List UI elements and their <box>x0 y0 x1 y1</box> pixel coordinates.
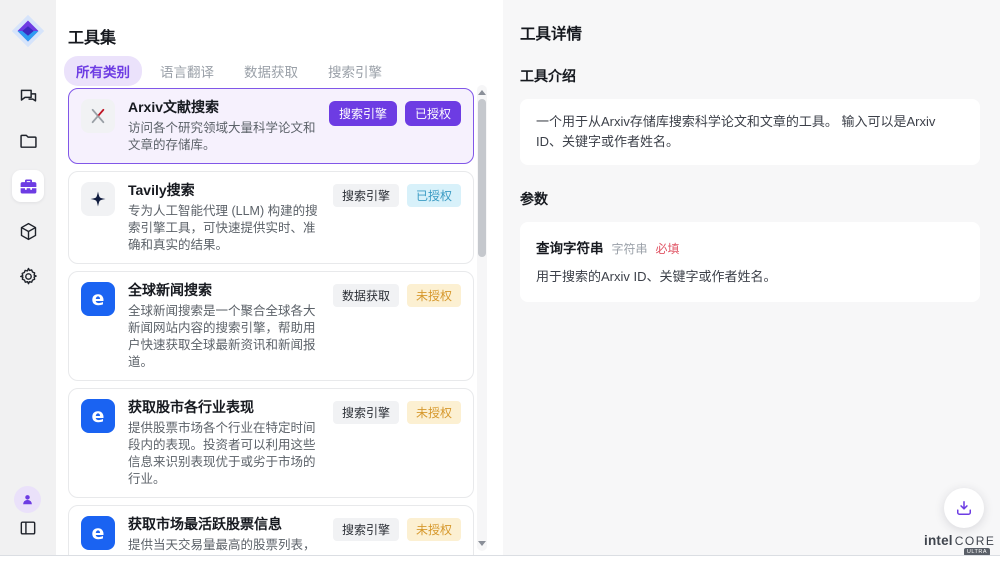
tavily-star-icon <box>81 182 115 216</box>
chat-icon <box>18 86 39 107</box>
rail-item-models[interactable] <box>12 215 44 247</box>
rail-item-files[interactable] <box>12 125 44 157</box>
folder-icon <box>18 131 39 152</box>
card-content: Arxiv文献搜索 访问各个研究领域大量科学论文和文章的存储库。 <box>128 98 316 154</box>
tool-card-sector-performance[interactable]: e 获取股市各行业表现 提供股票市场各个行业在特定时间段内的表现。投资者可以利用… <box>68 388 474 498</box>
intel-core-logo-text: intel core <box>924 533 994 548</box>
card-content: 全球新闻搜索 全球新闻搜索是一个聚合全球各大新闻网站内容的搜索引擎，帮助用户快速… <box>128 281 320 371</box>
tool-description: 访问各个研究领域大量科学论文和文章的存储库。 <box>128 120 316 154</box>
tab-all-categories[interactable]: 所有类别 <box>64 56 142 86</box>
tool-title: 获取市场最活跃股票信息 <box>128 515 320 534</box>
intro-heading: 工具介绍 <box>520 66 980 86</box>
list-scrollbar[interactable] <box>477 85 487 551</box>
intel-core-logo: intel core ULTRA <box>924 533 994 548</box>
arxiv-logo-icon <box>81 99 115 133</box>
detail-title: 工具详情 <box>520 22 980 44</box>
auth-status-badge: 未授权 <box>407 401 461 424</box>
tool-card-list: Arxiv文献搜索 访问各个研究领域大量科学论文和文章的存储库。 搜索引擎 已授… <box>68 88 474 555</box>
scroll-up-arrow-icon[interactable] <box>478 90 486 95</box>
category-tabs: 所有类别 语言翻译 数据获取 搜索引擎 <box>64 56 394 86</box>
category-badge: 搜索引擎 <box>333 518 399 541</box>
panel-toggle-button[interactable] <box>16 516 40 540</box>
tool-title: 获取股市各行业表现 <box>128 398 320 417</box>
card-content: 获取股市各行业表现 提供股票市场各个行业在特定时间段内的表现。投资者可以利用这些… <box>128 398 320 488</box>
juhe-e-logo-icon: e <box>81 516 115 550</box>
rail-item-tools[interactable] <box>12 170 44 202</box>
tab-language-translation[interactable]: 语言翻译 <box>148 56 226 86</box>
scroll-down-arrow-icon[interactable] <box>478 541 486 546</box>
juhe-e-logo-icon: e <box>81 282 115 316</box>
auth-status-badge: 未授权 <box>407 284 461 307</box>
parameter-name: 查询字符串 <box>536 237 604 257</box>
parameter-card: 查询字符串 字符串 必填 用于搜索的Arxiv ID、关键字或作者姓名。 <box>520 222 980 302</box>
e-glyph: e <box>92 290 105 309</box>
download-icon <box>954 498 974 518</box>
gear-icon <box>18 266 39 287</box>
category-badge: 数据获取 <box>333 284 399 307</box>
auth-status-badge: 已授权 <box>405 101 461 126</box>
card-badges: 搜索引擎 未授权 <box>333 398 461 424</box>
window-bottom-border <box>0 555 1000 556</box>
params-heading: 参数 <box>520 189 980 209</box>
left-rail <box>0 0 56 555</box>
tool-description: 提供当天交易量最高的股票列表，投资者可以利用这些信息来识别流动性强的股票和潜在的… <box>128 537 320 555</box>
panel-toggle-icon <box>18 518 38 538</box>
tool-title: Arxiv文献搜索 <box>128 98 316 117</box>
category-badge: 搜索引擎 <box>329 101 397 126</box>
scrollbar-thumb[interactable] <box>478 99 486 257</box>
card-badges: 搜索引擎 已授权 <box>329 98 461 126</box>
tool-card-most-active-stocks[interactable]: e 获取市场最活跃股票信息 提供当天交易量最高的股票列表，投资者可以利用这些信息… <box>68 505 474 555</box>
card-content: 获取市场最活跃股票信息 提供当天交易量最高的股票列表，投资者可以利用这些信息来识… <box>128 515 320 555</box>
parameter-description: 用于搜索的Arxiv ID、关键字或作者姓名。 <box>536 266 964 285</box>
parameter-required-flag: 必填 <box>656 240 680 257</box>
brand-intel-text: intel <box>924 533 953 548</box>
brand-core-text: core <box>955 534 996 548</box>
category-badge: 搜索引擎 <box>333 401 399 424</box>
tool-card-arxiv[interactable]: Arxiv文献搜索 访问各个研究领域大量科学论文和文章的存储库。 搜索引擎 已授… <box>68 88 474 164</box>
category-badge: 搜索引擎 <box>333 184 399 207</box>
tab-data-fetch[interactable]: 数据获取 <box>232 56 310 86</box>
tool-description: 全球新闻搜索是一个聚合全球各大新闻网站内容的搜索引擎，帮助用户快速获取全球最新资… <box>128 303 320 371</box>
user-avatar[interactable] <box>14 486 41 513</box>
parameter-type: 字符串 <box>612 240 648 257</box>
tool-card-tavily[interactable]: Tavily搜索 专为人工智能代理 (LLM) 构建的搜索引擎工具，可快速提供实… <box>68 171 474 264</box>
card-badges: 数据获取 未授权 <box>333 281 461 307</box>
download-button[interactable] <box>944 488 984 528</box>
e-glyph: e <box>92 524 105 543</box>
user-avatar-icon <box>20 492 35 507</box>
intro-card: 一个用于从Arxiv存储库搜索科学论文和文章的工具。 输入可以是Arxiv ID… <box>520 99 980 165</box>
card-badges: 搜索引擎 未授权 <box>333 515 461 541</box>
app-logo <box>9 12 47 50</box>
card-content: Tavily搜索 专为人工智能代理 (LLM) 构建的搜索引擎工具，可快速提供实… <box>128 181 320 254</box>
diamond-logo-icon <box>9 12 47 50</box>
tool-title: 全球新闻搜索 <box>128 281 320 300</box>
tool-list-panel: 工具集 所有类别 语言翻译 数据获取 搜索引擎 Arxiv文献搜索 访问 <box>56 0 503 555</box>
rail-item-chat[interactable] <box>12 80 44 112</box>
tool-card-global-news[interactable]: e 全球新闻搜索 全球新闻搜索是一个聚合全球各大新闻网站内容的搜索引擎，帮助用户… <box>68 271 474 381</box>
juhe-e-logo-icon: e <box>81 399 115 433</box>
card-badges: 搜索引擎 已授权 <box>333 181 461 207</box>
rail-nav <box>0 80 56 292</box>
app-window: 工具集 所有类别 语言翻译 数据获取 搜索引擎 Arxiv文献搜索 访问 <box>0 0 1000 563</box>
auth-status-badge: 已授权 <box>407 184 461 207</box>
tool-description: 提供股票市场各个行业在特定时间段内的表现。投资者可以利用这些信息来识别表现优于或… <box>128 420 320 488</box>
toolbox-icon <box>18 176 39 197</box>
rail-item-settings[interactable] <box>12 260 44 292</box>
tool-description: 专为人工智能代理 (LLM) 构建的搜索引擎工具，可快速提供实时、准确和真实的结… <box>128 203 320 254</box>
tool-title: Tavily搜索 <box>128 181 320 200</box>
tool-detail-panel: 工具详情 工具介绍 一个用于从Arxiv存储库搜索科学论文和文章的工具。 输入可… <box>503 0 1000 555</box>
auth-status-badge: 未授权 <box>407 518 461 541</box>
tab-search-engine[interactable]: 搜索引擎 <box>316 56 394 86</box>
cube-icon <box>18 221 39 242</box>
e-glyph: e <box>92 407 105 426</box>
page-title: 工具集 <box>68 24 116 48</box>
parameter-header: 查询字符串 字符串 必填 <box>536 237 964 257</box>
